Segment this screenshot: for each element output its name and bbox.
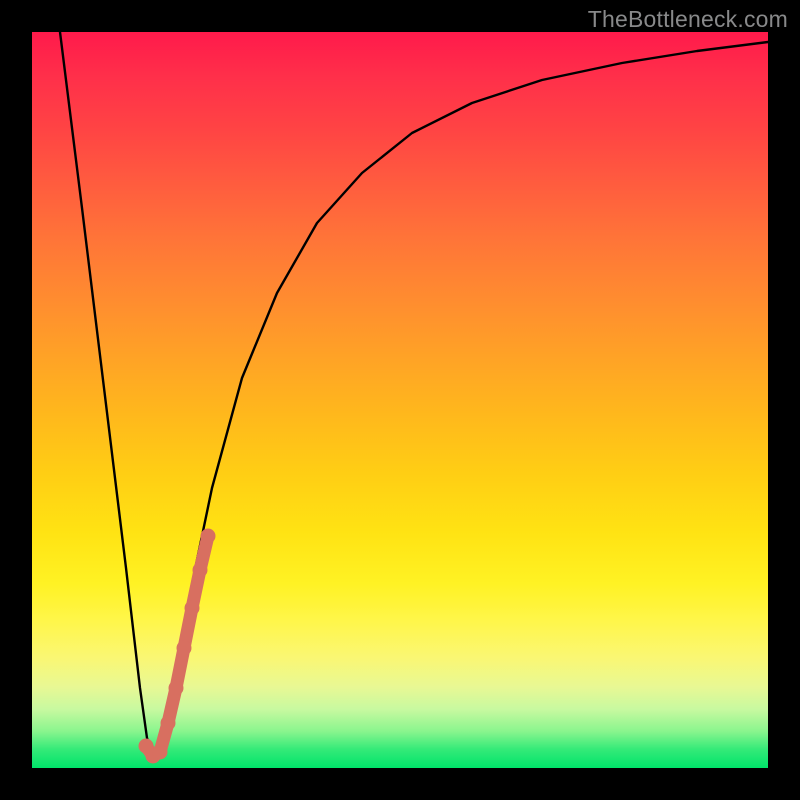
bottleneck-curve [60, 32, 768, 758]
highlight-dot [193, 563, 208, 578]
plot-area [32, 32, 768, 768]
highlight-dots [139, 529, 216, 764]
highlight-dot [185, 601, 200, 616]
highlight-dot [177, 641, 192, 656]
highlight-dot [201, 529, 216, 544]
highlight-dot [161, 716, 176, 731]
chart-frame: TheBottleneck.com [0, 0, 800, 800]
highlight-dot [169, 681, 184, 696]
watermark-text: TheBottleneck.com [588, 6, 788, 33]
plot-svg [32, 32, 768, 768]
highlight-dot [153, 745, 168, 760]
